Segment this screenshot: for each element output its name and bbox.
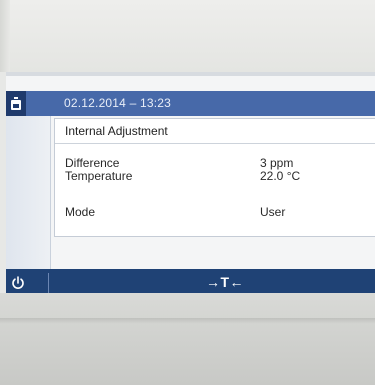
mode-label: Mode (65, 205, 96, 219)
panel-divider (55, 143, 375, 144)
date-time-label: 02.12.2014 – 13:23 (64, 96, 172, 110)
weighing-bottle-icon[interactable] (6, 91, 26, 116)
temperature-value: 22.0 °C (260, 169, 301, 183)
panel-title: Internal Adjustment (65, 124, 168, 138)
terminal-screen: 02.12.2014 – 13:23 Internal Adjustment D… (6, 72, 375, 297)
device-bezel-top (0, 0, 375, 72)
temperature-label: Temperature (65, 169, 133, 183)
footer-divider (48, 273, 49, 293)
device-bezel-ledge (0, 318, 375, 324)
power-icon[interactable] (10, 275, 26, 291)
mode-value: User (260, 205, 286, 219)
left-nav-strip (6, 116, 51, 269)
status-header: 02.12.2014 – 13:23 (6, 91, 375, 116)
adjustment-result-panel: Internal Adjustment Difference 3 ppm Tem… (54, 118, 375, 237)
tare-button[interactable]: →T← (206, 274, 244, 290)
device-bezel-bottom (0, 293, 375, 385)
